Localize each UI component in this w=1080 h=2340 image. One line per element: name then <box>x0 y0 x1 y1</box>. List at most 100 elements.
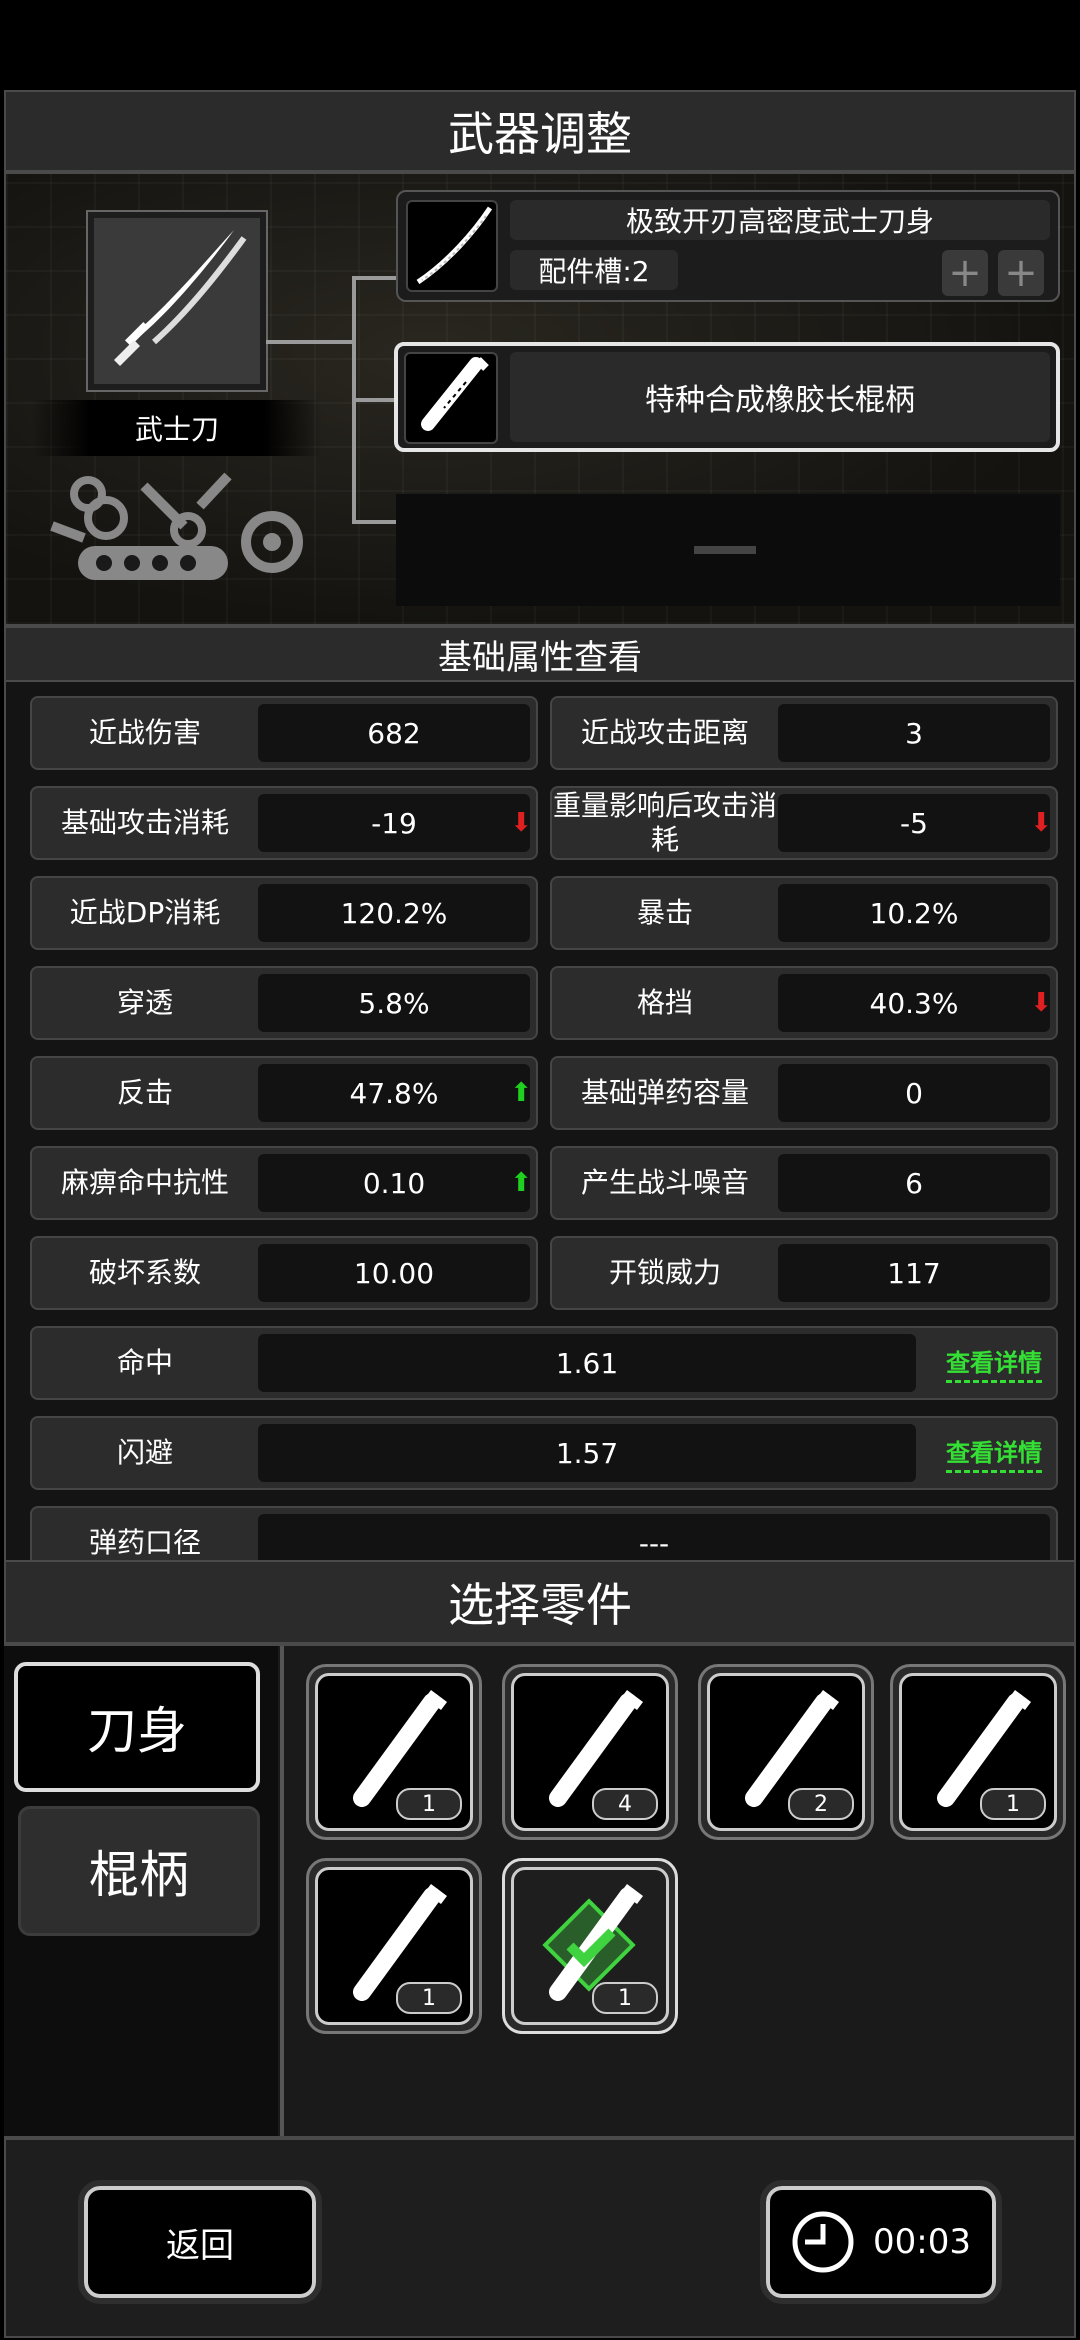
category-blade-tab[interactable]: 刀身 <box>14 1662 260 1792</box>
stat-row: 破坏系数 10.00 <box>30 1236 538 1310</box>
stat-value: 47.8% <box>258 1064 530 1122</box>
stat-value: 5.8% <box>258 974 530 1032</box>
category-handle-tab[interactable]: 棍柄 <box>18 1806 260 1936</box>
weapon-portrait[interactable] <box>86 210 268 392</box>
stat-value: 682 <box>258 704 530 762</box>
view-details-link[interactable]: 查看详情 <box>946 1343 1042 1383</box>
parts-divider <box>280 1646 284 2136</box>
part-item[interactable]: 2 <box>698 1664 874 1840</box>
stat-label: 基础弹药容量 <box>580 1076 749 1109</box>
tree-connector <box>352 520 398 524</box>
arrow-up-icon: ⬆ <box>510 1168 532 1198</box>
part-count-badge: 1 <box>396 1982 462 2014</box>
stat-row: 反击 47.8% ⬆ <box>30 1056 538 1130</box>
weapon-name: 武士刀 <box>32 400 322 456</box>
parts-section-title-text: 选择零件 <box>448 1578 632 1632</box>
part-count-badge: 2 <box>788 1788 854 1820</box>
blade-icon <box>416 206 493 285</box>
part-item[interactable]: 1 <box>306 1664 482 1840</box>
view-details-link[interactable]: 查看详情 <box>946 1433 1042 1473</box>
arrow-up-icon: ⬆ <box>510 1078 532 1108</box>
page-title-text: 武器调整 <box>448 107 632 161</box>
stat-label: 近战攻击距离 <box>580 716 749 749</box>
plus-icon: + <box>1004 250 1038 296</box>
handle-slot-icon <box>404 352 498 444</box>
handle-slot-name-text: 特种合成橡胶长棍柄 <box>645 383 915 418</box>
empty-dash-icon <box>694 546 756 554</box>
slot-blade[interactable]: 极致开刃高密度武士刀身 配件槽:2 + + <box>396 190 1060 302</box>
category-handle-label: 棍柄 <box>89 1846 189 1904</box>
part-count-badge: 1 <box>980 1788 1046 1820</box>
category-blade-label: 刀身 <box>87 1702 187 1760</box>
stat-label: 穿透 <box>116 986 173 1019</box>
stat-value: 0.10 <box>258 1154 530 1212</box>
stat-value: 10.00 <box>258 1244 530 1302</box>
stat-label: 暴击 <box>636 896 693 929</box>
stat-row: 穿透 5.8% <box>30 966 538 1040</box>
stat-label: 产生战斗噪音 <box>580 1166 749 1199</box>
part-item-selected[interactable]: 1 <box>502 1858 678 2034</box>
stat-row: 麻痹命中抗性 0.10 ⬆ <box>30 1146 538 1220</box>
part-count-badge: 4 <box>592 1788 658 1820</box>
stat-label: 破坏系数 <box>88 1256 201 1289</box>
timer-button[interactable]: 00:03 <box>760 2180 1002 2304</box>
blade-slot-name-text: 极致开刃高密度武士刀身 <box>625 205 934 238</box>
back-button[interactable]: 返回 <box>78 2180 322 2304</box>
add-accessory-button[interactable]: + <box>942 250 988 296</box>
stat-value: 10.2% <box>778 884 1050 942</box>
stat-row-wide: 闪避 1.57 查看详情 <box>30 1416 1058 1490</box>
weapon-name-text: 武士刀 <box>134 413 219 446</box>
stat-row: 基础弹药容量 0 <box>550 1056 1058 1130</box>
handle-slot-name: 特种合成橡胶长棍柄 <box>510 352 1050 442</box>
page-title: 武器调整 <box>4 90 1076 172</box>
part-count-badge: 1 <box>396 1788 462 1820</box>
stat-label: 弹药口径 <box>88 1526 201 1559</box>
clock-icon <box>792 2211 854 2273</box>
stats-section-title-text: 基础属性查看 <box>438 637 642 678</box>
stat-row: 近战DP消耗 120.2% <box>30 876 538 950</box>
slot-empty[interactable] <box>396 494 1060 606</box>
part-slot-frame: 2 <box>707 1673 865 1831</box>
stats-section-title: 基础属性查看 <box>4 626 1076 682</box>
tree-connector <box>352 398 398 402</box>
blade-slot-name: 极致开刃高密度武士刀身 <box>510 200 1050 240</box>
stat-value: 3 <box>778 704 1050 762</box>
add-accessory-button-2[interactable]: + <box>998 250 1044 296</box>
back-button-label: 返回 <box>166 2225 234 2266</box>
timer-text: 00:03 <box>873 2222 971 2262</box>
arrow-down-icon: ⬇ <box>1030 988 1052 1018</box>
part-slot-frame: 4 <box>511 1673 669 1831</box>
katana-icon <box>114 230 247 366</box>
arrow-down-icon: ⬇ <box>510 808 532 838</box>
stat-row: 重量影响后攻击消耗 -5 ⬇ <box>550 786 1058 860</box>
stats-panel[interactable]: 近战伤害 682 近战攻击距离 3 基础攻击消耗 -19 ⬇ 重量影响后攻击消耗 -5 ⬇ 近战DP… <box>4 682 1076 1560</box>
stat-label: 近战伤害 <box>88 716 201 749</box>
part-item[interactable]: 1 <box>890 1664 1066 1840</box>
stat-label: 近战DP消耗 <box>69 896 221 929</box>
stat-value: 1.61 <box>258 1334 916 1392</box>
stat-label: 格挡 <box>636 986 693 1019</box>
stat-value: -5 <box>778 794 1050 852</box>
stat-label: 命中 <box>116 1346 173 1379</box>
tree-connector <box>266 340 354 344</box>
stat-value: --- <box>258 1514 1050 1560</box>
stat-label: 麻痹命中抗性 <box>60 1166 229 1199</box>
stat-value: -19 <box>258 794 530 852</box>
stat-value: 6 <box>778 1154 1050 1212</box>
stat-label: 基础攻击消耗 <box>60 806 229 839</box>
slot-handle[interactable]: 特种合成橡胶长棍柄 <box>394 342 1060 452</box>
part-count-badge: 1 <box>592 1982 658 2014</box>
arrow-down-icon: ⬇ <box>1030 808 1052 838</box>
stat-row-wide: 命中 1.61 查看详情 <box>30 1326 1058 1400</box>
stat-label: 闪避 <box>116 1436 173 1469</box>
stat-row: 基础攻击消耗 -19 ⬇ <box>30 786 538 860</box>
accessory-count-text: 配件槽:2 <box>538 255 650 288</box>
part-slot-frame: 1 <box>315 1673 473 1831</box>
part-item[interactable]: 4 <box>502 1664 678 1840</box>
plus-icon: + <box>948 250 982 296</box>
part-item[interactable]: 1 <box>306 1858 482 2034</box>
stat-row: 产生战斗噪音 6 <box>550 1146 1058 1220</box>
stat-row: 暴击 10.2% <box>550 876 1058 950</box>
blade-slot-icon <box>406 200 498 292</box>
stat-label: 开锁威力 <box>608 1256 721 1289</box>
